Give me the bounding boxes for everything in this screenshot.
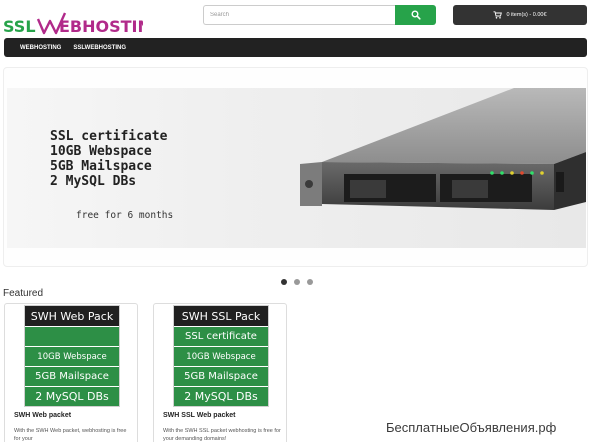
product-description: With the SWH SSL packet webhosting is fr… [163, 428, 281, 442]
pack-feature-row: 10GB Webspace [25, 347, 119, 366]
pack-feature-row: 2 MySQL DBs [174, 387, 268, 406]
logo-graphic: SSL EBHOSTING [3, 12, 143, 36]
product-title[interactable]: SWH Web packet [14, 412, 71, 419]
pack-feature-row [25, 327, 119, 346]
search-icon [411, 10, 421, 20]
watermark-text: БесплатныеОбъявления.рф [386, 420, 557, 435]
slide-feature-line: 10GB Webspace [50, 144, 152, 159]
pack-title: SWH SSL Pack [174, 306, 268, 326]
product-description: With the SWH Web packet, webhosting is f… [14, 428, 127, 442]
product-title[interactable]: SWH SSL Web packet [163, 412, 235, 419]
search-input[interactable] [203, 5, 395, 25]
pack-title: SWH Web Pack [25, 306, 119, 326]
main-navbar: WEBHOSTING SSLWEBHOSTING [4, 38, 587, 57]
slide-feature-line: 2 MySQL DBs [50, 174, 137, 189]
product-card: SWH SSL Pack SSL certificate 10GB Webspa… [153, 303, 287, 442]
cart-button[interactable]: 0 item(s) - 0.00€ [453, 5, 587, 25]
pack-feature-row: 10GB Webspace [174, 347, 268, 366]
search-button[interactable] [395, 5, 436, 25]
pack-feature-row: 5GB Mailspace [174, 367, 268, 386]
carousel-dot[interactable] [294, 279, 300, 285]
featured-heading: Featured [3, 288, 44, 299]
nav-item-sslwebhosting[interactable]: SSLWEBHOSTING [67, 45, 132, 51]
carousel-slide[interactable]: SSL certificate 10GB Webspace 5GB Mailsp… [7, 88, 586, 248]
carousel-dot[interactable] [281, 279, 287, 285]
shopping-cart-icon [493, 11, 503, 19]
pack-feature-row: 2 MySQL DBs [25, 387, 119, 406]
carousel-dot[interactable] [307, 279, 313, 285]
pack-feature-row: 5GB Mailspace [25, 367, 119, 386]
carousel-indicators [281, 279, 313, 285]
slide-feature-line: SSL certificate [50, 129, 168, 144]
site-logo[interactable]: SSL EBHOSTING [3, 11, 143, 37]
cart-summary: 0 item(s) - 0.00€ [506, 12, 547, 18]
slide-feature-list: SSL certificate 10GB Webspace 5GB Mailsp… [50, 129, 167, 189]
slide-note: free for 6 months [76, 210, 174, 221]
rack-server-image [300, 88, 586, 210]
slide-feature-line: 5GB Mailspace [50, 159, 152, 174]
product-image[interactable]: SWH SSL Pack SSL certificate 10GB Webspa… [173, 305, 269, 407]
nav-item-webhosting[interactable]: WEBHOSTING [14, 45, 67, 51]
product-card: SWH Web Pack 10GB Webspace 5GB Mailspace… [4, 303, 138, 442]
svg-text:EBHOSTING: EBHOSTING [59, 17, 143, 36]
product-image[interactable]: SWH Web Pack 10GB Webspace 5GB Mailspace… [24, 305, 120, 407]
svg-text:SSL: SSL [3, 17, 36, 36]
pack-feature-row: SSL certificate [174, 327, 268, 346]
hero-carousel: SSL certificate 10GB Webspace 5GB Mailsp… [3, 67, 588, 267]
